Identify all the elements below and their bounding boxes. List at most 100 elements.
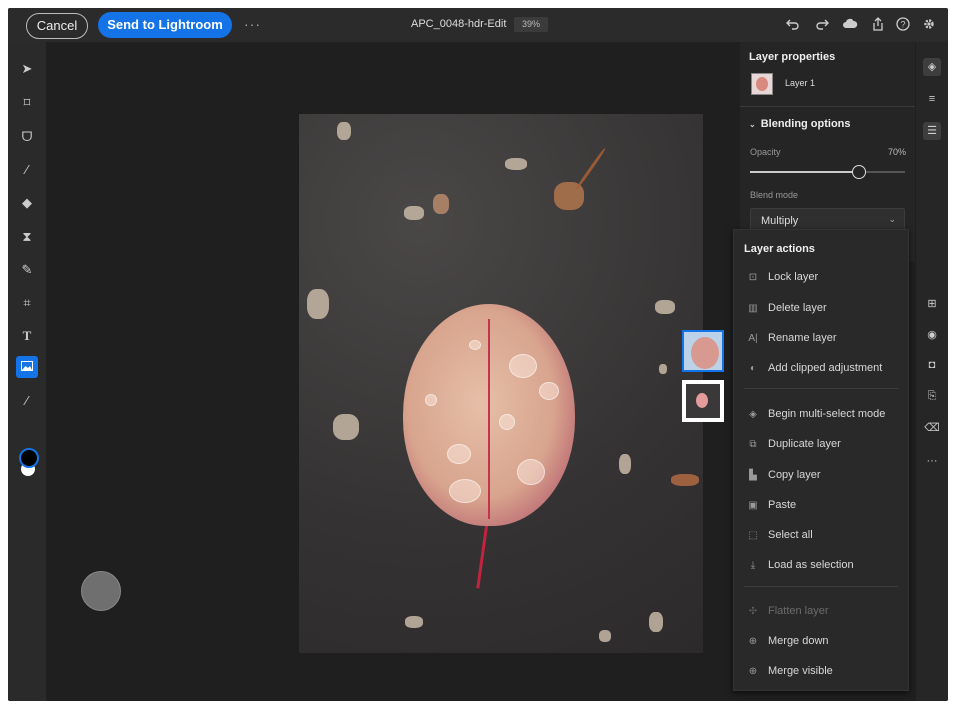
paste-icon: ▣ [748,500,758,511]
send-to-lightroom-button[interactable]: Send to Lightroom [98,12,232,38]
leaf-debris [404,206,424,220]
leaf-debris [333,414,359,440]
menu-item-label: Select all [768,529,813,541]
eraser-tool-icon[interactable]: ◆ [16,192,38,214]
rename-layer-item[interactable]: A| Rename layer [744,329,836,347]
opacity-value: 70% [888,147,907,157]
leaf-debris [307,289,329,319]
menu-item-label: Duplicate layer [768,438,841,450]
duplicate-layer-item[interactable]: ⧉ Duplicate layer [744,435,841,453]
water-drop [517,459,545,485]
move-tool-icon[interactable]: ➤ [16,58,38,80]
water-drop [509,354,537,378]
menu-item-label: Flatten layer [768,605,829,617]
copy-layer-item[interactable]: ▙ Copy layer [744,466,820,484]
merge-down-item[interactable]: ⊕ Merge down [744,632,829,650]
select-all-icon: ⬚ [748,530,758,541]
layers-icon[interactable]: ◈ [923,58,941,76]
place-image-tool-icon[interactable] [16,356,38,378]
svg-text:?: ? [900,20,905,30]
flatten-layer-item: ✣ Flatten layer [744,602,829,620]
leaf-debris [655,300,675,314]
clear-icon[interactable]: ⌫ [923,419,941,437]
trash-icon: ▥ [748,303,758,314]
paste-item[interactable]: ▣ Paste [744,496,796,514]
opacity-slider-fill [750,171,859,173]
lock-layer-item[interactable]: ⊡ Lock layer [744,268,818,286]
properties-icon[interactable]: ⎘ [923,387,941,405]
layer-name[interactable]: Layer 1 [785,78,815,88]
crop-tool-icon[interactable]: ⌗ [16,292,38,314]
top-bar: Cancel Send to Lightroom ··· APC_0048-hd… [8,8,948,42]
add-clipped-adjustment-item[interactable]: ◐ Add clipped adjustment [744,359,882,377]
share-icon[interactable] [870,17,886,33]
menu-item-label: Merge down [768,635,829,647]
leaf-debris [659,364,667,374]
begin-multi-select-item[interactable]: ◈ Begin multi-select mode [744,405,885,423]
water-drop [469,340,481,350]
photoshop-app: Cancel Send to Lightroom ··· APC_0048-hd… [8,8,948,701]
fill-tool-icon[interactable]: ⧗ [16,226,38,248]
leaf-debris [405,616,423,628]
blending-options-label: Blending options [760,118,851,130]
type-tool-icon[interactable]: T [16,325,38,347]
leaf-debris [619,454,631,474]
undo-icon[interactable] [785,17,801,33]
layer-actions-title: Layer actions [744,243,815,255]
water-drop [539,382,559,400]
blend-mode-value: Multiply [761,215,799,227]
cloud-icon[interactable] [842,17,858,33]
leaf-debris [505,158,527,170]
mask-icon[interactable]: ◘ [923,356,941,374]
flatten-icon: ✣ [748,606,758,617]
layer-thumbnail [751,73,773,95]
chevron-down-icon: ⌄ [749,120,756,129]
touch-shortcut-button[interactable] [81,571,121,611]
help-icon[interactable]: ? [895,17,911,33]
merge-down-icon: ⊕ [748,636,758,647]
opacity-slider-handle[interactable] [851,165,866,179]
layer-thumbnail-background[interactable] [682,380,724,422]
settings-icon[interactable] [921,17,937,33]
divider [744,388,898,389]
multiselect-icon: ◈ [749,409,757,420]
menu-item-label: Lock layer [768,271,819,283]
canvas-image[interactable] [299,114,703,653]
healing-tool-icon[interactable]: ✎ [16,259,38,281]
layer-stack-icon[interactable]: ≡ [923,90,941,108]
brush-tool-icon[interactable]: ⁄ [16,159,38,181]
lasso-tool-icon[interactable]: ᗜ [16,126,38,148]
leaf-debris [433,194,449,214]
eyedropper-tool-icon[interactable]: ⁄ [16,390,38,412]
panel-title: Layer properties [749,51,836,63]
left-toolbar: ➤ ⌑ ᗜ ⁄ ◆ ⧗ ✎ ⌗ T ⁄ [8,42,46,701]
water-drop [499,414,515,430]
right-icon-rail: ◈ ≡ ☰ ⊞ ◉ ◘ ⎘ ⌫ ··· [916,42,948,701]
cancel-button[interactable]: Cancel [26,13,88,39]
more-options-icon[interactable]: ··· [244,16,261,32]
menu-item-label: Paste [768,499,797,511]
merge-visible-icon: ⊕ [748,666,758,677]
more-icon[interactable]: ··· [923,452,941,470]
redo-icon[interactable] [814,17,830,33]
add-layer-icon[interactable]: ⊞ [923,295,941,313]
zoom-level[interactable]: 39% [514,17,548,32]
copy-icon: ▙ [749,470,757,481]
load-selection-icon: ⤓ [750,560,756,571]
delete-layer-item[interactable]: ▥ Delete layer [744,299,826,317]
duplicate-icon: ⧉ [749,439,757,450]
leaf-vein [488,319,490,519]
blending-options-header[interactable]: ⌄ Blending options [749,118,851,130]
visibility-icon[interactable]: ◉ [923,326,941,344]
foreground-color-swatch[interactable] [19,448,39,468]
opacity-label: Opacity [750,147,781,157]
transform-tool-icon[interactable]: ⌑ [16,92,38,114]
divider [744,586,898,587]
adjust-icon[interactable]: ☰ [923,122,941,140]
opacity-slider[interactable] [750,165,905,179]
select-all-item[interactable]: ⬚ Select all [744,526,813,544]
load-as-selection-item[interactable]: ⤓ Load as selection [744,556,854,574]
layer-actions-menu: Layer actions ⊡ Lock layer ▥ Delete layer … [733,229,909,691]
merge-visible-item[interactable]: ⊕ Merge visible [744,662,833,680]
layer-thumbnail-layer1[interactable] [682,330,724,372]
